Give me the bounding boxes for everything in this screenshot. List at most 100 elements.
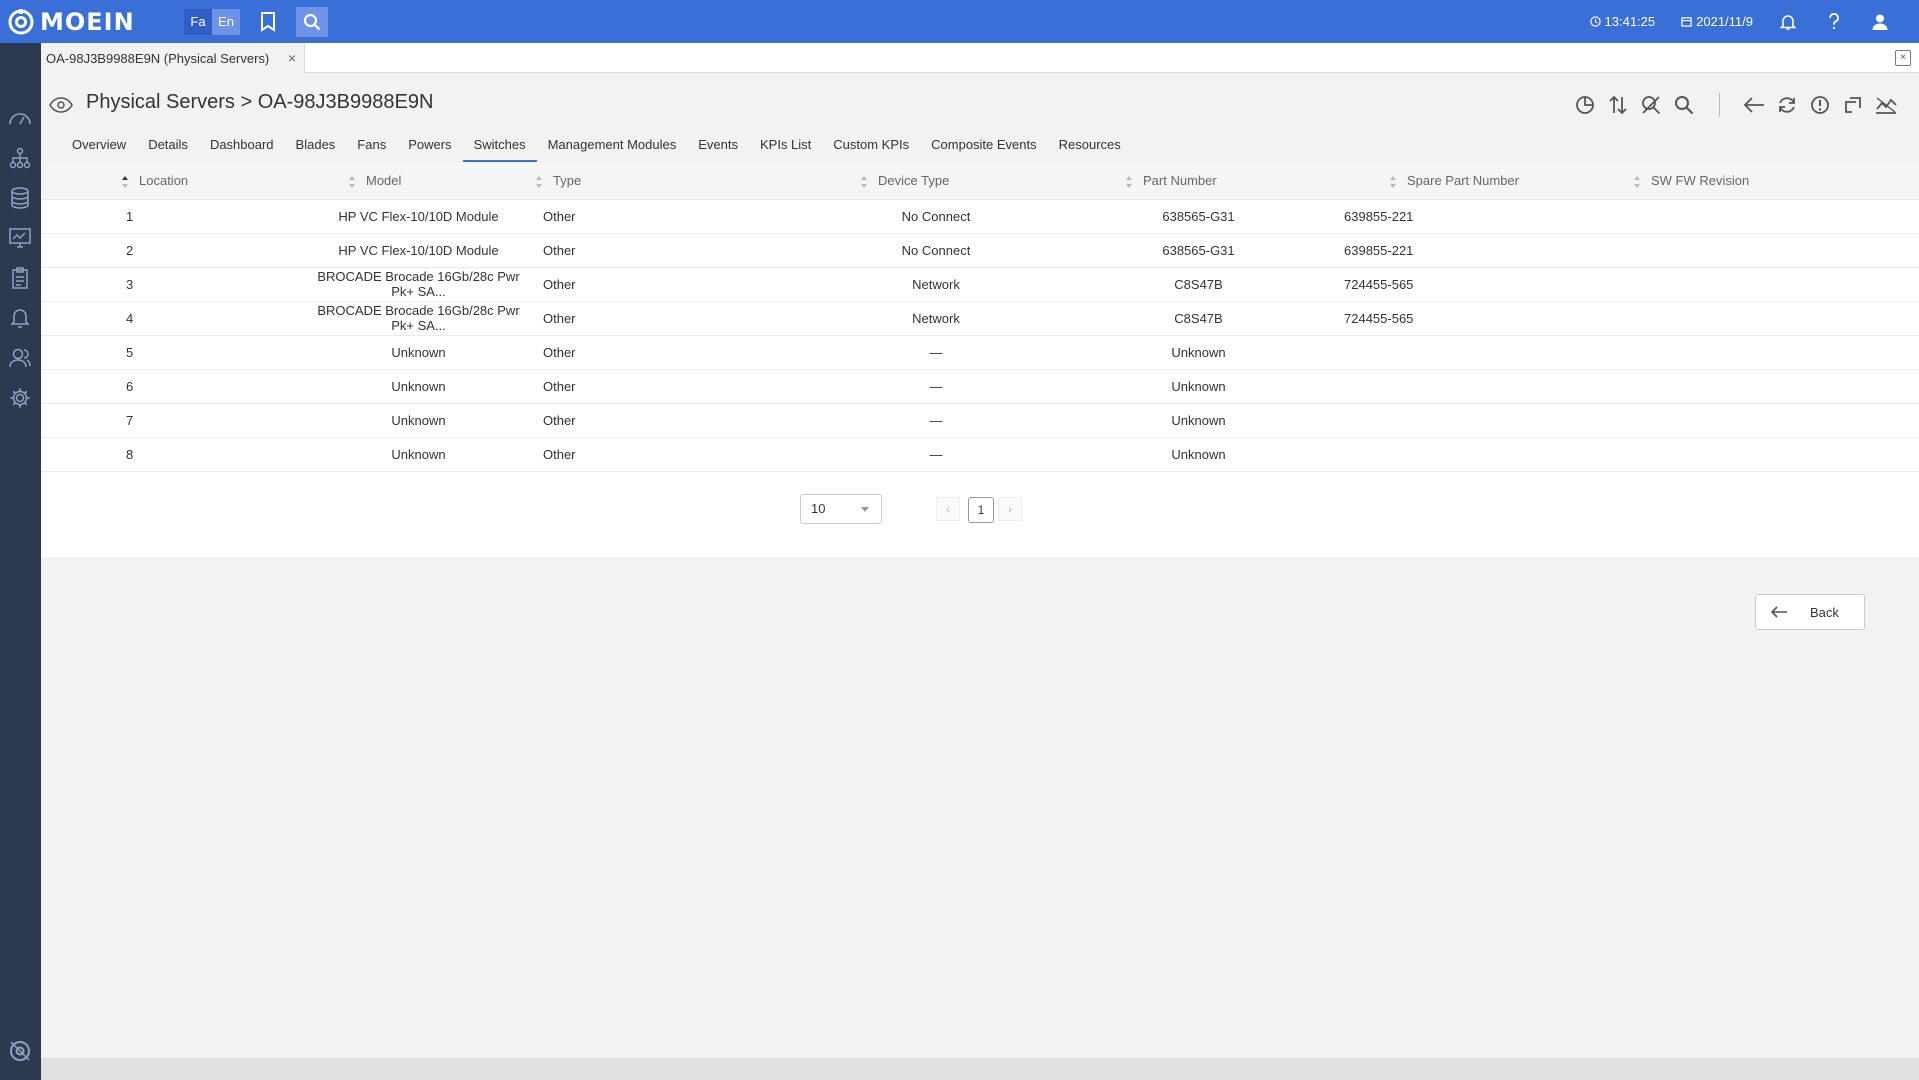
help-button[interactable] <box>1827 12 1845 31</box>
open-tab[interactable]: OA-98J3B9988E9N (Physical Servers) × <box>41 43 305 73</box>
table-cell-sw-fw-revision <box>1583 335 1919 370</box>
go-back-button[interactable] <box>1743 94 1765 116</box>
tab-dashboard[interactable]: Dashboard <box>199 128 285 162</box>
sidebar-item-topology[interactable] <box>8 146 32 170</box>
table-cell-type: Other <box>531 437 776 472</box>
tab-blades[interactable]: Blades <box>285 128 347 162</box>
user-button[interactable] <box>1871 13 1893 31</box>
sidebar-item-reports[interactable] <box>8 266 32 290</box>
sidebar-logo[interactable] <box>8 1039 32 1063</box>
table-cell-part-number: 638565-G31 <box>1041 233 1306 268</box>
column-header-sw-fw-revision[interactable]: SW FW Revision <box>1583 163 1919 200</box>
table-row[interactable]: 5 Unknown Other — Unknown <box>41 335 1919 370</box>
sort-arrows-icon[interactable] <box>860 175 868 189</box>
arrow-left-icon <box>1770 606 1787 618</box>
sidebar-item-users[interactable] <box>8 346 32 370</box>
column-header-label: Location <box>139 172 189 188</box>
tab-fans[interactable]: Fans <box>346 128 397 162</box>
sidebar-item-alarms[interactable] <box>8 306 32 330</box>
chart-button[interactable] <box>1574 94 1596 116</box>
column-header-model[interactable]: Model <box>261 163 531 200</box>
page-size-select[interactable]: 10 <box>800 494 882 524</box>
table-cell-spare-part-number: 724455-565 <box>1306 301 1583 336</box>
hierarchy-icon <box>9 147 31 169</box>
table-cell-sw-fw-revision <box>1583 233 1919 268</box>
sort-arrows-icon[interactable] <box>1633 175 1641 189</box>
search-button[interactable] <box>296 6 328 37</box>
column-header-part-number[interactable]: Part Number <box>1041 163 1306 200</box>
link-button[interactable] <box>1842 94 1864 116</box>
tab-switches[interactable]: Switches <box>462 128 537 162</box>
bell-outline-icon <box>10 309 30 328</box>
sort-button[interactable] <box>1607 94 1629 116</box>
search-table-button[interactable] <box>1673 94 1695 116</box>
watch-button[interactable] <box>49 97 73 118</box>
table-row[interactable]: 3 BROCADE Brocade 16Gb/28c Pwr Pk+ SA... O… <box>41 267 1919 302</box>
trend-button[interactable] <box>1875 94 1897 116</box>
table-row[interactable]: 4 BROCADE Brocade 16Gb/28c Pwr Pk+ SA... O… <box>41 301 1919 336</box>
column-header-spare-part-number[interactable]: Spare Part Number <box>1306 163 1583 200</box>
search-icon <box>303 13 321 30</box>
tab-resources[interactable]: Resources <box>1048 128 1132 162</box>
logo-icon <box>8 8 34 34</box>
sidebar-item-database[interactable] <box>8 186 32 210</box>
table-row[interactable]: 7 Unknown Other — Unknown <box>41 403 1919 438</box>
table-row[interactable]: 1 HP VC Flex-10/10D Module Other No Connect… <box>41 199 1919 234</box>
close-tab-icon[interactable]: × <box>288 50 296 66</box>
alert-button[interactable] <box>1809 94 1831 116</box>
tab-powers[interactable]: Powers <box>397 128 462 162</box>
tab-kpis-list[interactable]: KPIs List <box>749 128 822 162</box>
table-row[interactable]: 6 Unknown Other — Unknown <box>41 369 1919 404</box>
back-button[interactable]: Back <box>1755 594 1865 630</box>
notifications-button[interactable] <box>1779 13 1801 31</box>
column-header-location[interactable]: Location <box>41 163 261 200</box>
page-number-button[interactable]: 1 <box>968 497 994 523</box>
help-icon <box>1829 12 1839 29</box>
tab-custom-kpis[interactable]: Custom KPIs <box>822 128 920 162</box>
lang-en-button[interactable]: En <box>212 8 240 35</box>
table-row[interactable]: 8 Unknown Other — Unknown <box>41 437 1919 472</box>
table-cell-sw-fw-revision <box>1583 267 1919 302</box>
logo[interactable]: MOEIN <box>8 8 178 36</box>
bell-icon <box>1779 14 1797 30</box>
table-cell-model: Unknown <box>261 335 531 370</box>
sort-arrows-icon[interactable] <box>1389 175 1397 189</box>
column-header-type[interactable]: Type <box>531 163 776 200</box>
bookmark-button[interactable] <box>252 7 284 37</box>
sort-arrows-icon[interactable] <box>1125 175 1133 189</box>
database-icon <box>11 187 29 209</box>
sort-arrows-icon[interactable] <box>535 175 543 189</box>
sidebar-item-monitor[interactable] <box>8 226 32 250</box>
table-cell-type: Other <box>531 403 776 438</box>
next-page-button[interactable]: › <box>998 497 1022 521</box>
table-cell-model: Unknown <box>261 369 531 404</box>
sort-arrows-icon[interactable] <box>121 175 129 189</box>
tab-management-modules[interactable]: Management Modules <box>537 128 688 162</box>
close-all-tabs-icon[interactable]: × <box>1895 50 1911 66</box>
column-header-device-type[interactable]: Device Type <box>776 163 1041 200</box>
table-row[interactable]: 2 HP VC Flex-10/10D Module Other No Connect… <box>41 233 1919 268</box>
toolbar <box>1563 93 1897 117</box>
filter-off-button[interactable] <box>1640 94 1662 116</box>
sidebar-item-settings[interactable] <box>8 386 32 410</box>
sidebar-item-dashboard[interactable] <box>8 106 32 130</box>
sort-arrows-icon[interactable] <box>348 175 356 189</box>
date-display: 2021/11/9 <box>1681 14 1753 29</box>
sort-icon <box>1609 95 1627 115</box>
table-cell-device-type: Network <box>776 267 1041 302</box>
tab-details[interactable]: Details <box>137 128 199 162</box>
lang-fa-button[interactable]: Fa <box>184 8 212 35</box>
table-cell-location: 8 <box>41 437 261 472</box>
tab-events[interactable]: Events <box>687 128 749 162</box>
column-header-label: Model <box>366 172 402 188</box>
tab-composite-events[interactable]: Composite Events <box>920 128 1048 162</box>
clock-icon <box>1589 16 1601 27</box>
table-cell-spare-part-number: 724455-565 <box>1306 267 1583 302</box>
table-cell-location: 7 <box>41 403 261 438</box>
top-bar: MOEIN Fa En 13:41:25 2021/11/9 <box>0 0 1919 43</box>
tab-overview[interactable]: Overview <box>61 128 137 162</box>
refresh-button[interactable] <box>1776 94 1798 116</box>
gear-icon <box>10 388 30 408</box>
table-cell-type: Other <box>531 267 776 302</box>
prev-page-button[interactable]: ‹ <box>936 497 960 521</box>
